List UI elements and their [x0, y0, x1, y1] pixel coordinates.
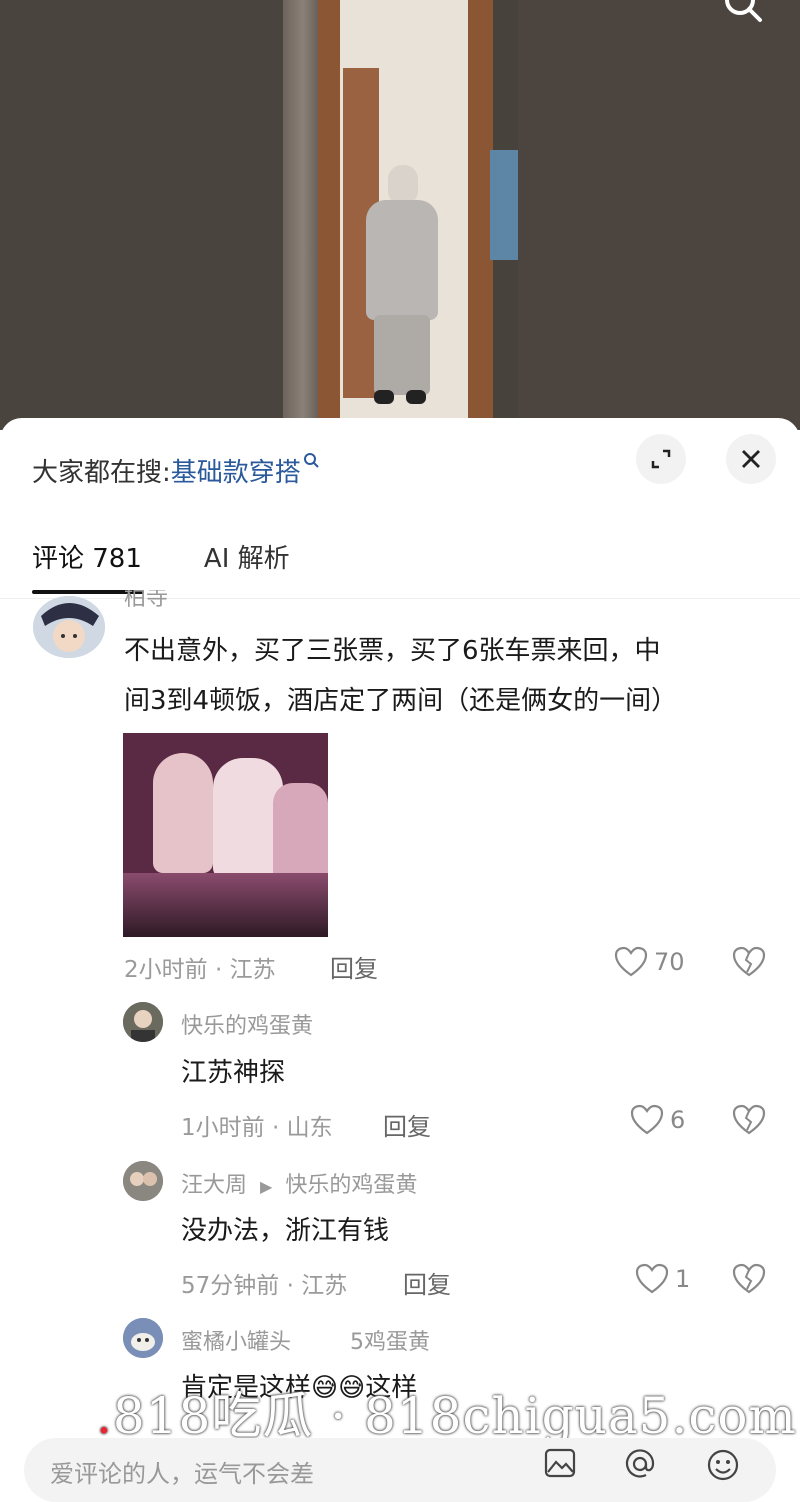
video-frame[interactable] — [0, 0, 800, 430]
comment-text-line1: 不出意外，买了三张票，买了6张车票来回，中 — [124, 636, 661, 666]
wall-right — [518, 0, 800, 430]
reply-time-location: 57分钟前 · 江苏 — [181, 1273, 348, 1299]
search-icon — [303, 453, 319, 468]
avatar[interactable] — [123, 1002, 163, 1042]
reply-author-name[interactable]: 蜜橘小罐头 — [181, 1330, 291, 1355]
dislike-icon[interactable] — [732, 1104, 766, 1136]
avatar-image — [123, 1002, 163, 1042]
dislike-icon[interactable] — [732, 946, 766, 978]
reply-arrow-icon: ▶ — [260, 1177, 273, 1196]
tab-bar: 评论 781 AI 解析 — [32, 538, 290, 575]
reply-button[interactable]: 回复 — [403, 1265, 451, 1300]
watermark-text: 818吃瓜 · 818chigua5.com — [112, 1387, 797, 1445]
reply-author[interactable]: 汪大周 ▶ 快乐的鸡蛋黄 — [181, 1167, 417, 1199]
avatar-image — [123, 1318, 163, 1358]
reply-to-name[interactable]: 鸡蛋黄 — [364, 1330, 430, 1355]
heart-icon — [635, 1263, 669, 1294]
comment-sheet: 大家都在搜:基础款穿搭 评论 781 AI 解析 柏寺 不出意外，买了三张票，买… — [0, 418, 800, 1502]
image-icon[interactable] — [544, 1448, 576, 1485]
reply-text: 没办法，浙江有钱 — [181, 1216, 390, 1246]
emoji-icon[interactable] — [706, 1448, 740, 1489]
person-figure — [360, 165, 444, 405]
search-icon[interactable] — [718, 0, 768, 30]
comment-text-line2: 间3到4顿饭，酒店定了两间（还是俩女的一间） — [124, 686, 678, 716]
close-button[interactable] — [726, 434, 776, 484]
avatar[interactable] — [123, 1318, 163, 1358]
reply-author[interactable]: 蜜橘小罐头 5鸡蛋黄 — [181, 1324, 430, 1356]
reply-to-name[interactable]: 快乐的鸡蛋黄 — [285, 1173, 417, 1198]
comment-author[interactable]: 柏寺 — [124, 590, 168, 612]
like-count: 6 — [670, 1106, 686, 1134]
mention-icon[interactable] — [624, 1448, 656, 1487]
expand-icon — [651, 449, 671, 469]
tab-comments[interactable]: 评论 781 — [32, 538, 142, 575]
reply-button[interactable]: 回复 — [383, 1107, 431, 1142]
divider — [0, 598, 800, 599]
avatar-image — [33, 596, 105, 658]
window — [490, 150, 518, 260]
like-button[interactable]: 70 — [614, 946, 685, 978]
tab-ai-analysis[interactable]: AI 解析 — [204, 538, 290, 575]
watermark-dot: . — [96, 1387, 113, 1445]
comment-attached-image[interactable] — [123, 733, 328, 937]
like-count: 1 — [675, 1265, 691, 1293]
dislike-icon[interactable] — [732, 1263, 766, 1295]
search-keyword[interactable]: 基础款穿搭 — [171, 458, 301, 488]
reply-text: 江苏神探 — [181, 1058, 286, 1088]
heart-icon — [614, 946, 648, 977]
reply-author[interactable]: 快乐的鸡蛋黄 — [181, 1008, 313, 1040]
comment-composer[interactable]: 爱评论的人，运气不会差 — [24, 1438, 776, 1502]
search-prefix: 大家都在搜: — [32, 458, 171, 488]
like-count: 70 — [654, 948, 685, 976]
reply-to-prefix: 5 — [350, 1330, 365, 1355]
avatar[interactable] — [33, 596, 105, 658]
reply-time-location: 1小时前 · 山东 — [181, 1115, 333, 1141]
avatar-image — [123, 1161, 163, 1201]
like-button[interactable]: 1 — [635, 1263, 690, 1295]
close-icon — [742, 450, 760, 468]
search-suggestion[interactable]: 大家都在搜:基础款穿搭 — [32, 452, 319, 489]
avatar[interactable] — [123, 1161, 163, 1201]
comment-input[interactable]: 爱评论的人，运气不会差 — [50, 1454, 314, 1489]
heart-icon — [630, 1104, 664, 1135]
expand-button[interactable] — [636, 434, 686, 484]
like-button[interactable]: 6 — [630, 1104, 685, 1136]
reply-author-name[interactable]: 汪大周 — [181, 1173, 247, 1198]
reply-button[interactable]: 回复 — [330, 949, 378, 984]
wall-left — [0, 0, 285, 430]
comment-time-location: 2小时前 · 江苏 — [124, 957, 276, 983]
curtain — [283, 0, 323, 430]
